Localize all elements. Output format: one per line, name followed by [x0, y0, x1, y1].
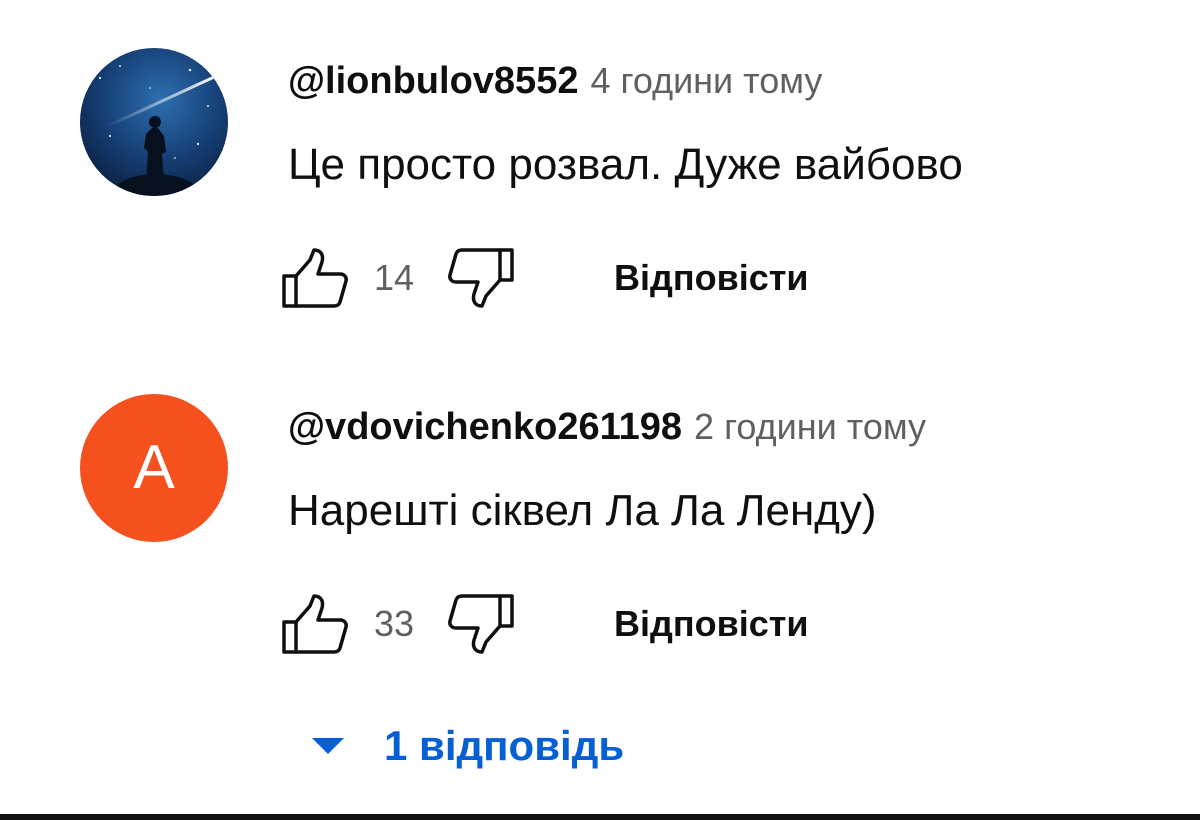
- thumb-down-icon: [448, 248, 514, 308]
- comment-actions: 33 Відповісти: [278, 588, 809, 660]
- thumb-up-icon: [282, 248, 348, 308]
- avatar-letter: A: [133, 433, 175, 502]
- dislike-button[interactable]: [444, 588, 518, 660]
- like-button[interactable]: [278, 588, 352, 660]
- comment-text: Це просто розвал. Дуже вайбово: [288, 140, 963, 189]
- caret-down-icon: [312, 738, 344, 754]
- comment-author[interactable]: @vdovichenko261198: [288, 406, 682, 449]
- comment-header: @lionbulov8552 4 години тому: [288, 60, 822, 103]
- comment-timestamp[interactable]: 2 години тому: [694, 406, 926, 448]
- thumb-down-icon: [448, 594, 514, 654]
- comments-section: @lionbulov8552 4 години тому Це просто р…: [0, 0, 1200, 820]
- dislike-button[interactable]: [444, 242, 518, 314]
- comment-timestamp[interactable]: 4 години тому: [590, 60, 822, 102]
- like-button[interactable]: [278, 242, 352, 314]
- like-count: 14: [374, 257, 415, 298]
- comment-header: @vdovichenko261198 2 години тому: [288, 406, 926, 449]
- reply-button[interactable]: Відповісти: [614, 257, 809, 299]
- comment-text: Нарешті сіквел Ла Ла Ленду): [288, 486, 877, 535]
- avatar-image: [80, 48, 228, 196]
- avatar[interactable]: [80, 48, 228, 196]
- avatar[interactable]: A: [80, 394, 228, 542]
- replies-count-label: 1 відповідь: [384, 722, 625, 769]
- show-replies-button[interactable]: 1 відповідь: [312, 714, 624, 778]
- like-count: 33: [374, 603, 415, 644]
- bottom-divider: [0, 814, 1200, 820]
- thumb-up-icon: [282, 594, 348, 654]
- comment-author[interactable]: @lionbulov8552: [288, 60, 578, 103]
- reply-button[interactable]: Відповісти: [614, 603, 809, 645]
- comment-actions: 14 Відповісти: [278, 242, 809, 314]
